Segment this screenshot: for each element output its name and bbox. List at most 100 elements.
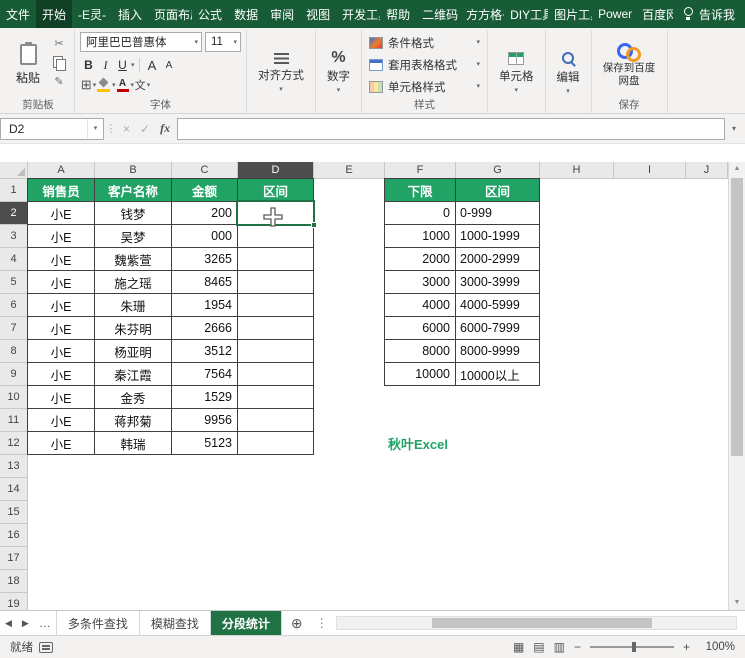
menu-tab-开始[interactable]: 开始 xyxy=(36,0,72,28)
menu-tab-百度网盘[interactable]: 百度网盘 xyxy=(636,0,673,28)
sales-header-1[interactable]: 销售员 xyxy=(28,179,95,202)
row-header-19[interactable]: 19 xyxy=(0,593,28,610)
cell-B10[interactable]: 金秀 xyxy=(95,386,172,409)
cell-B8[interactable]: 杨亚明 xyxy=(95,340,172,363)
row-header-13[interactable]: 13 xyxy=(0,455,28,478)
menu-tab-DIY工具箱[interactable]: DIY工具箱 xyxy=(504,0,548,28)
cell-D11[interactable] xyxy=(238,409,314,432)
row-header-16[interactable]: 16 xyxy=(0,524,28,547)
cell-B7[interactable]: 朱芬明 xyxy=(95,317,172,340)
underline-button[interactable]: U xyxy=(114,56,131,74)
sheet-tab-分段统计[interactable]: 分段统计 xyxy=(211,611,282,635)
cell-C6[interactable]: 1954 xyxy=(172,294,238,317)
font-size-dropdown[interactable]: 11 ▾ xyxy=(205,32,241,52)
cell-C7[interactable]: 2666 xyxy=(172,317,238,340)
cell-A3[interactable]: 小E xyxy=(28,225,95,248)
menu-tab-Power Pivot[interactable]: Power Pivot xyxy=(592,0,636,28)
menu-tab--E灵-[interactable]: -E灵- xyxy=(72,0,112,28)
cell-A9[interactable]: 小E xyxy=(28,363,95,386)
cell-D9[interactable] xyxy=(238,363,314,386)
cell-F4[interactable]: 2000 xyxy=(385,248,456,271)
cell-C10[interactable]: 1529 xyxy=(172,386,238,409)
row-header-17[interactable]: 17 xyxy=(0,547,28,570)
lookup-header-2[interactable]: 区间 xyxy=(456,179,540,202)
cell-C2[interactable]: 200 xyxy=(172,202,238,225)
cell-G6[interactable]: 4000-5999 xyxy=(456,294,540,317)
cell-G3[interactable]: 1000-1999 xyxy=(456,225,540,248)
cell-A7[interactable]: 小E xyxy=(28,317,95,340)
horizontal-scrollbar-thumb[interactable] xyxy=(432,618,652,628)
cut-button[interactable]: ✂ xyxy=(49,35,69,51)
cell-B4[interactable]: 魏紫萱 xyxy=(95,248,172,271)
font-name-dropdown[interactable]: 阿里巴巴普惠体 ▾ xyxy=(80,32,202,52)
column-header-B[interactable]: B xyxy=(95,162,172,179)
format-as-table-button[interactable]: 套用表格格式 ▾ xyxy=(367,55,482,74)
insert-function-button[interactable]: fx xyxy=(155,121,175,136)
cell-D5[interactable] xyxy=(238,271,314,294)
cell-B9[interactable]: 秦江霞 xyxy=(95,363,172,386)
format-painter-button[interactable]: ✎ xyxy=(49,73,69,89)
cell-B3[interactable]: 吴梦 xyxy=(95,225,172,248)
column-header-D[interactable]: D xyxy=(238,162,314,179)
hidden-sheets-ellipsis[interactable]: … xyxy=(34,611,56,635)
paste-button[interactable]: 粘贴 xyxy=(7,32,49,98)
cell-C12[interactable]: 5123 xyxy=(172,432,238,455)
scroll-up-arrow[interactable]: ▲ xyxy=(729,162,745,176)
row-header-2[interactable]: 2 xyxy=(0,202,28,225)
page-layout-view-button[interactable]: ▤ xyxy=(533,640,544,654)
menu-tab-方方格子[interactable]: 方方格子 xyxy=(460,0,504,28)
vertical-scrollbar-thumb[interactable] xyxy=(731,178,743,456)
menu-tab-开发工具[interactable]: 开发工具 xyxy=(336,0,380,28)
cell-styles-button[interactable]: 单元格样式 ▾ xyxy=(367,77,482,96)
cell-F5[interactable]: 3000 xyxy=(385,271,456,294)
vertical-scrollbar[interactable]: ▲ ▼ xyxy=(728,162,745,610)
menu-tab-公式[interactable]: 公式 xyxy=(192,0,228,28)
cell-D12[interactable] xyxy=(238,432,314,455)
cell-A11[interactable]: 小E xyxy=(28,409,95,432)
cell-A2[interactable]: 小E xyxy=(28,202,95,225)
formula-input[interactable] xyxy=(177,118,725,140)
column-header-H[interactable]: H xyxy=(540,162,614,179)
formula-bar-splitter[interactable]: ⋮ xyxy=(104,122,118,135)
font-color-button[interactable]: A▾ xyxy=(116,76,135,94)
column-header-I[interactable]: I xyxy=(614,162,686,179)
expand-formula-bar-icon[interactable]: ▾ xyxy=(725,124,743,133)
number-format-button[interactable]: % 数字 ▾ xyxy=(321,32,356,113)
cell-B5[interactable]: 施之瑶 xyxy=(95,271,172,294)
cell-C4[interactable]: 3265 xyxy=(172,248,238,271)
row-header-7[interactable]: 7 xyxy=(0,317,28,340)
menu-tab-页面布局[interactable]: 页面布局 xyxy=(148,0,192,28)
cell-D2[interactable] xyxy=(238,202,314,225)
normal-view-button[interactable]: ▦ xyxy=(513,640,524,654)
zoom-out-button[interactable]: − xyxy=(574,640,581,654)
cell-G5[interactable]: 3000-3999 xyxy=(456,271,540,294)
cell-G8[interactable]: 8000-9999 xyxy=(456,340,540,363)
menu-tab-文件[interactable]: 文件 xyxy=(0,0,36,28)
column-header-G[interactable]: G xyxy=(456,162,540,179)
save-to-baidu-button[interactable]: 保存到百度网盘 xyxy=(600,62,658,87)
bold-button[interactable]: B xyxy=(80,56,97,74)
cell-A12[interactable]: 小E xyxy=(28,432,95,455)
horizontal-scrollbar[interactable] xyxy=(336,616,737,630)
cell-A4[interactable]: 小E xyxy=(28,248,95,271)
scroll-down-arrow[interactable]: ▼ xyxy=(729,596,745,610)
cell-D6[interactable] xyxy=(238,294,314,317)
cell-D8[interactable] xyxy=(238,340,314,363)
copy-button[interactable] xyxy=(49,54,69,70)
italic-button[interactable]: I xyxy=(97,56,114,74)
zoom-slider[interactable] xyxy=(590,646,674,648)
menu-tab-视图[interactable]: 视图 xyxy=(300,0,336,28)
row-header-4[interactable]: 4 xyxy=(0,248,28,271)
cells-button[interactable]: 单元格 ▾ xyxy=(493,32,540,113)
cell-B12[interactable]: 韩瑞 xyxy=(95,432,172,455)
column-header-F[interactable]: F xyxy=(385,162,456,179)
cell-B6[interactable]: 朱珊 xyxy=(95,294,172,317)
cell-G2[interactable]: 0-999 xyxy=(456,202,540,225)
increase-font-button[interactable]: A xyxy=(144,56,161,74)
borders-button[interactable]: ⊞▾ xyxy=(80,76,97,94)
cell-F9[interactable]: 10000 xyxy=(385,363,456,386)
row-header-3[interactable]: 3 xyxy=(0,225,28,248)
page-break-view-button[interactable]: ▥ xyxy=(554,640,565,654)
cell-F6[interactable]: 4000 xyxy=(385,294,456,317)
cell-C8[interactable]: 3512 xyxy=(172,340,238,363)
